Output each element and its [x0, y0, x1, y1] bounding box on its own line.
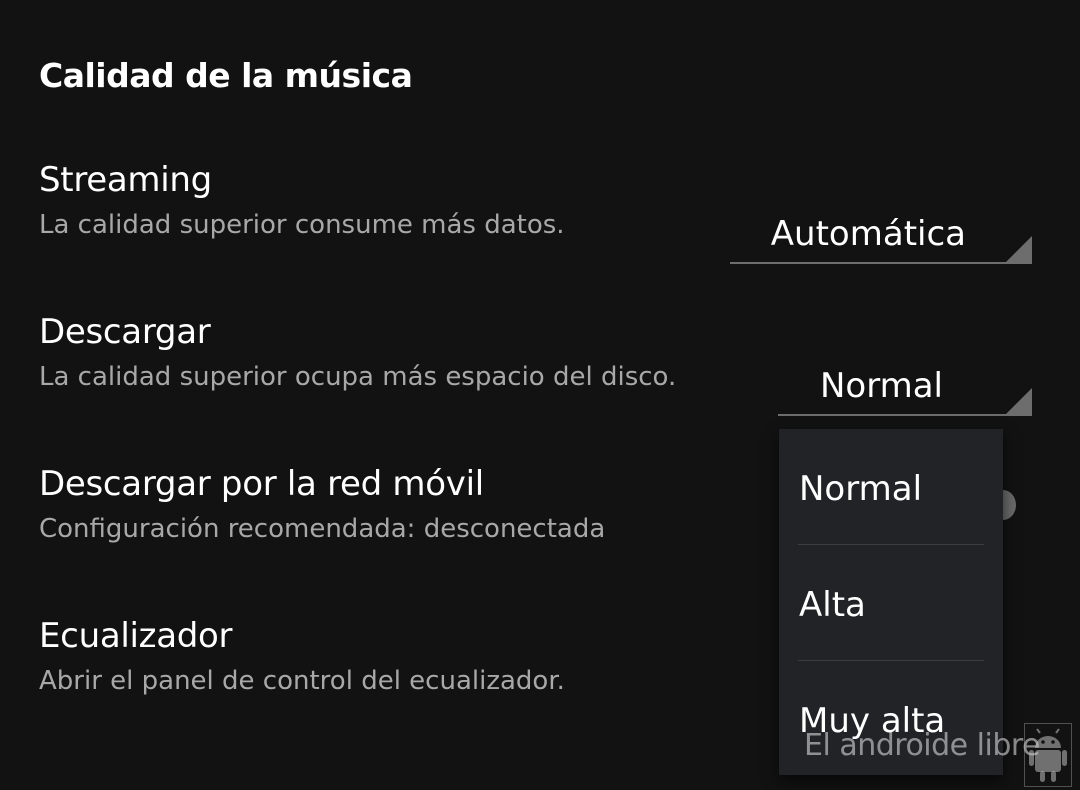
setting-equalizer-subtitle: Abrir el panel de control del ecualizado… [39, 666, 565, 696]
setting-download-subtitle: La calidad superior ocupa más espacio de… [39, 362, 677, 392]
dropdown-option-normal[interactable]: Normal [779, 429, 1003, 543]
section-title: Calidad de la música [39, 56, 413, 95]
setting-streaming-title: Streaming [39, 160, 212, 200]
dropdown-option-label: Alta [799, 585, 866, 625]
streaming-quality-value: Automática [770, 214, 966, 254]
streaming-quality-select[interactable]: Automática [730, 198, 1032, 264]
setting-mobile-download-title: Descargar por la red móvil [39, 464, 484, 504]
android-robot-icon [1024, 723, 1072, 787]
dropdown-caret-icon [1006, 388, 1032, 414]
dropdown-option-alta[interactable]: Alta [779, 545, 1003, 659]
dropdown-option-label: Normal [799, 469, 923, 509]
setting-streaming-subtitle: La calidad superior consume más datos. [39, 210, 565, 240]
dropdown-caret-icon [1006, 236, 1032, 262]
download-quality-select[interactable]: Normal [778, 350, 1032, 416]
download-quality-value: Normal [819, 366, 943, 406]
watermark-text: El androide libre [804, 728, 1041, 763]
download-quality-dropdown-menu: Normal Alta Muy alta [779, 429, 1003, 775]
setting-mobile-download-subtitle: Configuración recomendada: desconectada [39, 514, 606, 544]
setting-download-title: Descargar [39, 312, 211, 352]
setting-equalizer-title: Ecualizador [39, 616, 233, 656]
